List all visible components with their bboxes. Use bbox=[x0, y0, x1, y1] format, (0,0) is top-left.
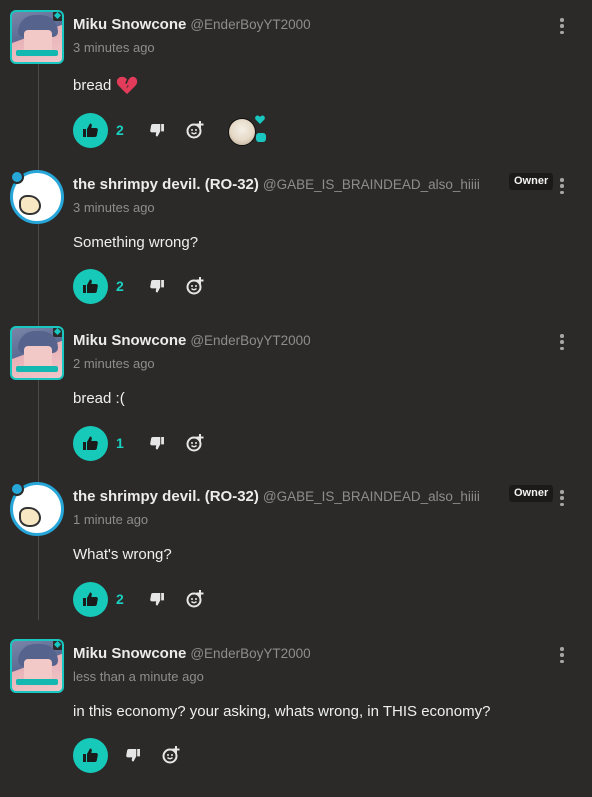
author-name[interactable]: Miku Snowcone bbox=[73, 645, 186, 662]
like-count: 2 bbox=[116, 122, 124, 138]
comment-text: bread bbox=[73, 76, 112, 94]
add-reaction-icon bbox=[186, 121, 204, 139]
timestamp: less than a minute ago bbox=[73, 669, 204, 684]
comment-actions: 1 bbox=[73, 425, 206, 461]
thumbs-down-icon bbox=[150, 436, 164, 450]
thumbs-up-icon bbox=[83, 592, 98, 606]
reaction-chip[interactable] bbox=[228, 115, 268, 146]
add-reaction-icon bbox=[186, 590, 204, 608]
thumbs-down-icon bbox=[150, 279, 164, 293]
comment-actions: 2 bbox=[73, 268, 206, 304]
add-reaction-button[interactable] bbox=[184, 432, 206, 454]
like-button[interactable] bbox=[73, 112, 108, 148]
more-options-icon[interactable] bbox=[557, 647, 567, 663]
author-name[interactable]: the shrimpy devil. (RO-32) bbox=[73, 488, 259, 505]
avatar[interactable] bbox=[10, 482, 64, 536]
more-options-icon[interactable] bbox=[557, 178, 567, 194]
author-handle[interactable]: @EnderBoyYT2000 bbox=[190, 333, 310, 348]
comment-actions: 2 bbox=[73, 112, 268, 148]
reaction-count-chip bbox=[256, 133, 266, 142]
thumbs-up-icon bbox=[83, 748, 98, 762]
avatar[interactable] bbox=[10, 326, 64, 380]
comment-header: Miku Snowcone @EnderBoyYT2000 bbox=[73, 332, 311, 349]
comment-header: Miku Snowcone @EnderBoyYT2000 bbox=[73, 645, 311, 662]
like-button[interactable] bbox=[73, 268, 108, 304]
broken-heart-icon bbox=[117, 76, 138, 95]
like-count: 2 bbox=[116, 278, 124, 294]
dislike-button[interactable] bbox=[146, 119, 168, 141]
like-button[interactable] bbox=[73, 581, 108, 617]
comment-actions: 2 bbox=[73, 581, 206, 617]
timestamp: 1 minute ago bbox=[73, 512, 149, 527]
thumbs-up-icon bbox=[83, 279, 98, 293]
comment-header: the shrimpy devil. (RO-32) @GABE_IS_BRAI… bbox=[73, 488, 480, 505]
comment-text: Something wrong? bbox=[73, 234, 199, 251]
more-options-icon[interactable] bbox=[557, 18, 567, 34]
comment-body: What's wrong? bbox=[73, 546, 172, 563]
reactor-avatar bbox=[228, 118, 256, 146]
owner-badge: Owner bbox=[509, 485, 554, 502]
comment-body: Something wrong? bbox=[73, 234, 198, 251]
author-name[interactable]: Miku Snowcone bbox=[73, 16, 186, 33]
like-count: 1 bbox=[116, 435, 124, 451]
more-options-icon[interactable] bbox=[557, 490, 567, 506]
heart-icon bbox=[255, 115, 265, 124]
avatar[interactable] bbox=[10, 170, 64, 224]
author-handle[interactable]: @GABE_IS_BRAINDEAD_also_hiiii bbox=[263, 489, 480, 504]
add-reaction-button[interactable] bbox=[184, 119, 206, 141]
dislike-button[interactable] bbox=[146, 432, 168, 454]
comment-body: bread bbox=[73, 75, 138, 95]
comment-body: bread :( bbox=[73, 390, 125, 407]
add-reaction-button[interactable] bbox=[184, 588, 206, 610]
add-reaction-icon bbox=[186, 434, 204, 452]
comment-text: What's wrong? bbox=[73, 546, 172, 563]
add-reaction-button[interactable] bbox=[160, 744, 182, 766]
author-handle[interactable]: @EnderBoyYT2000 bbox=[190, 646, 310, 661]
author-name[interactable]: Miku Snowcone bbox=[73, 332, 186, 349]
author-handle[interactable]: @EnderBoyYT2000 bbox=[190, 17, 310, 32]
dislike-button[interactable] bbox=[146, 275, 168, 297]
comment-text: bread :( bbox=[73, 390, 125, 407]
thumbs-down-icon bbox=[126, 748, 140, 762]
more-options-icon[interactable] bbox=[557, 334, 567, 350]
like-count: 2 bbox=[116, 591, 124, 607]
author-name[interactable]: the shrimpy devil. (RO-32) bbox=[73, 176, 259, 193]
thumbs-down-icon bbox=[150, 123, 164, 137]
like-button[interactable] bbox=[73, 425, 108, 461]
add-reaction-icon bbox=[186, 277, 204, 295]
comment-thread: Miku Snowcone @EnderBoyYT2000 3 minutes … bbox=[0, 0, 592, 797]
dislike-button[interactable] bbox=[122, 744, 144, 766]
like-button[interactable] bbox=[73, 737, 108, 773]
thumbs-up-icon bbox=[83, 436, 98, 450]
timestamp: 3 minutes ago bbox=[73, 200, 155, 215]
owner-badge: Owner bbox=[509, 173, 554, 190]
comment-actions bbox=[73, 737, 182, 773]
timestamp: 2 minutes ago bbox=[73, 356, 155, 371]
thumbs-down-icon bbox=[150, 592, 164, 606]
add-reaction-button[interactable] bbox=[184, 275, 206, 297]
add-reaction-icon bbox=[162, 746, 180, 764]
comment-text: in this economy? your asking, whats wron… bbox=[73, 703, 491, 720]
thumbs-up-icon bbox=[83, 123, 98, 137]
avatar[interactable] bbox=[10, 10, 64, 64]
comment-body: in this economy? your asking, whats wron… bbox=[73, 703, 490, 720]
timestamp: 3 minutes ago bbox=[73, 40, 155, 55]
dislike-button[interactable] bbox=[146, 588, 168, 610]
author-handle[interactable]: @GABE_IS_BRAINDEAD_also_hiiii bbox=[263, 177, 480, 192]
comment-header: the shrimpy devil. (RO-32) @GABE_IS_BRAI… bbox=[73, 176, 480, 193]
avatar[interactable] bbox=[10, 639, 64, 693]
comment-header: Miku Snowcone @EnderBoyYT2000 bbox=[73, 16, 311, 33]
